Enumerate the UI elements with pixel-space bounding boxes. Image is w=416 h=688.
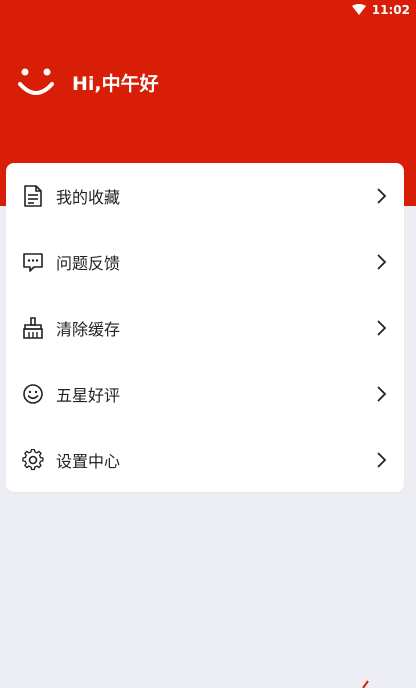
- smiley-face-icon: [22, 383, 44, 405]
- chevron-right-icon: [377, 254, 387, 270]
- menu-item-settings[interactable]: 设置中心: [6, 427, 404, 493]
- document-icon: [22, 185, 44, 207]
- menu-item-label: 清除缓存: [56, 320, 121, 339]
- broom-icon: [22, 317, 44, 339]
- bottom-mark: [362, 680, 369, 688]
- gear-icon: [22, 449, 44, 471]
- smile-icon: [18, 68, 54, 95]
- status-time: 11:02: [371, 3, 410, 17]
- menu-card: 我的收藏 问题反馈 清除缓存 五星好评 设置中心: [6, 163, 404, 492]
- menu-item-label: 设置中心: [56, 452, 121, 471]
- menu-item-clear-cache[interactable]: 清除缓存: [6, 295, 404, 361]
- greeting: Hi,中午好: [16, 64, 159, 100]
- chevron-right-icon: [377, 452, 387, 468]
- status-bar: 11:02: [351, 0, 416, 20]
- greeting-text: Hi,中午好: [72, 72, 159, 95]
- chat-bubble-icon: [22, 251, 44, 273]
- menu-item-label: 五星好评: [56, 386, 121, 405]
- chevron-right-icon: [377, 320, 387, 336]
- chevron-right-icon: [377, 386, 387, 402]
- menu-item-label: 问题反馈: [56, 254, 121, 273]
- chevron-right-icon: [377, 188, 387, 204]
- menu-item-label: 我的收藏: [56, 188, 121, 207]
- wifi-icon: [351, 4, 366, 15]
- menu-item-feedback[interactable]: 问题反馈: [6, 229, 404, 295]
- menu-item-rate[interactable]: 五星好评: [6, 361, 404, 427]
- menu-item-favorites[interactable]: 我的收藏: [6, 163, 404, 229]
